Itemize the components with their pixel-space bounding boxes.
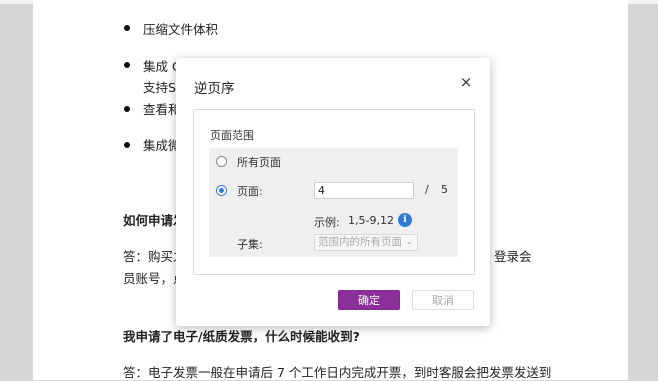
faq-question: 我申请了电子/纸质发票，什么时候能收到? (123, 329, 360, 344)
faq-answer: 登录会 (494, 249, 532, 264)
bullet-dot (124, 62, 130, 68)
faq-answer: 答：电子发票一般在申请后 7 个工作日内完成开票，到时客服会把发票发送到 (123, 365, 552, 380)
all-pages-radio[interactable] (216, 156, 227, 167)
page-range-options: 所有页面 页面: 4 / 5 示例: 1,5-9,12 i 子集: 范围内的所有… (209, 148, 458, 257)
bullet-dot (124, 25, 130, 31)
all-pages-label: 所有页面 (237, 156, 281, 169)
example-label: 示例: (314, 216, 340, 229)
pages-separator: / (425, 183, 429, 196)
chevron-down-icon: ⌄ (405, 237, 413, 247)
cancel-button[interactable]: 取消 (412, 290, 474, 310)
bullet-text: 支持Sł (143, 80, 180, 95)
close-icon[interactable]: × (458, 74, 474, 90)
subset-label: 子集: (237, 238, 263, 251)
bullet-text: 压缩文件体积 (143, 22, 219, 37)
info-icon[interactable]: i (398, 213, 412, 227)
bullet-dot (124, 142, 130, 148)
subset-select[interactable]: 范围内的所有页面 ⌄ (314, 234, 418, 251)
subset-value: 范围内的所有页面 (318, 236, 402, 248)
page-range-group: 页面范围 所有页面 页面: 4 / 5 示例: 1,5-9,12 i 子集: 范… (193, 109, 475, 275)
pages-label: 页面: (237, 185, 263, 198)
bullet-text: 集成微 (143, 138, 181, 153)
pages-input[interactable]: 4 (314, 182, 414, 199)
example-value: 1,5-9,12 (348, 214, 394, 227)
pages-radio[interactable] (216, 185, 227, 196)
reverse-order-dialog: 逆页序 × 页面范围 所有页面 页面: 4 / 5 示例: 1,5-9,12 i… (176, 58, 490, 326)
page-range-label: 页面范围 (210, 129, 254, 142)
bullet-text: 查看和 (143, 102, 181, 117)
dialog-title: 逆页序 (194, 81, 235, 97)
bullet-dot (124, 106, 130, 112)
ok-button[interactable]: 确定 (338, 290, 400, 310)
total-pages: 5 (441, 183, 448, 196)
